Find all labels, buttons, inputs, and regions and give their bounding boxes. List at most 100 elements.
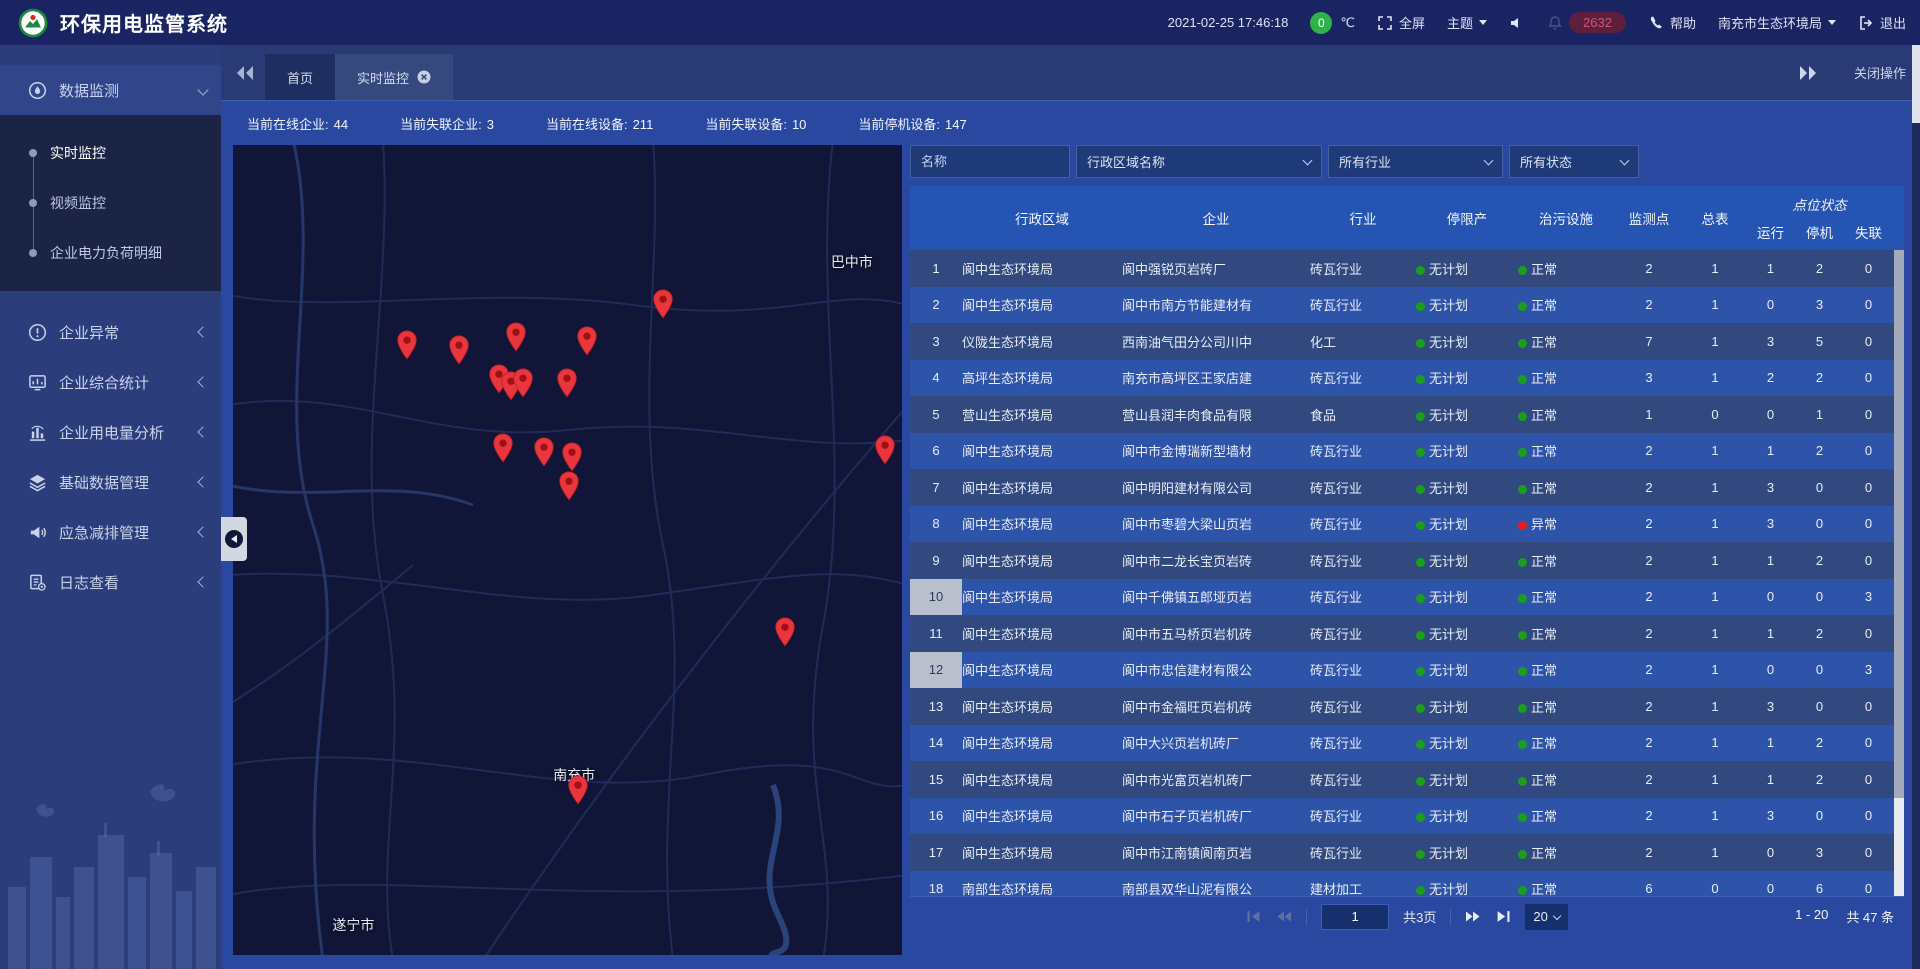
table-row[interactable]: 18南部生态环境局南部县双华山泥有限公建材加工无计划正常60060: [910, 871, 1904, 897]
tabs-scroll-left-icon[interactable]: [235, 65, 255, 81]
notifications[interactable]: 2632: [1547, 12, 1626, 33]
table-row[interactable]: 4高坪生态环境局南充市高坪区王家店建砖瓦行业无计划正常31220: [910, 360, 1904, 397]
sidebar-item[interactable]: 日志查看: [0, 557, 221, 607]
map-collapse-button[interactable]: [221, 517, 247, 561]
cell-monitor-points: 2: [1614, 662, 1684, 677]
column-company: 企业: [1122, 208, 1310, 228]
sidebar-item[interactable]: 数据监测: [0, 65, 221, 115]
pager-divider: [1450, 909, 1451, 925]
close-operations-button[interactable]: 关闭操作: [1854, 63, 1906, 82]
production-status-text: 无计划: [1429, 846, 1468, 861]
prev-page-button[interactable]: [1276, 910, 1292, 923]
cell-running: 3: [1746, 516, 1795, 531]
chevron-left-icon: [197, 376, 208, 387]
cell-stopped: 3: [1795, 845, 1844, 860]
table-row[interactable]: 3仪陇生态环境局西南油气田分公司川中化工无计划正常71350: [910, 323, 1904, 360]
fullscreen-button[interactable]: 全屏: [1377, 13, 1425, 32]
column-region: 行政区域: [962, 208, 1122, 228]
sidebar-subitem[interactable]: 实时监控: [0, 128, 221, 178]
production-status-text: 无计划: [1429, 700, 1468, 715]
page-scrollbar[interactable]: [1912, 45, 1920, 969]
status-dot-green: [1416, 704, 1425, 713]
cell-total-meters: 1: [1684, 553, 1746, 568]
table-row[interactable]: 6阆中生态环境局阆中市金博瑞新型墙材砖瓦行业无计划正常21120: [910, 433, 1904, 470]
page-scrollbar-thumb[interactable]: [1912, 45, 1920, 123]
page-size-select[interactable]: 20: [1525, 904, 1567, 930]
sidebar-item[interactable]: 企业综合统计: [0, 357, 221, 407]
page-number-input[interactable]: [1321, 904, 1389, 930]
last-page-button[interactable]: [1495, 910, 1511, 923]
map-pin-icon[interactable]: [652, 289, 674, 319]
cell-running: 1: [1746, 261, 1795, 276]
logout-button[interactable]: 退出: [1858, 13, 1906, 32]
sidebar-item[interactable]: 基础数据管理: [0, 457, 221, 507]
stat-value: 147: [945, 117, 967, 132]
facility-status-text: 正常: [1531, 627, 1557, 642]
sidebar-subitem[interactable]: 企业电力负荷明细: [0, 228, 221, 278]
table-row[interactable]: 13阆中生态环境局阆中市金福旺页岩机砖砖瓦行业无计划正常21300: [910, 688, 1904, 725]
facility-status-text: 正常: [1531, 298, 1557, 313]
tab-realtime[interactable]: 实时监控: [335, 54, 453, 100]
map-pin-icon[interactable]: [512, 368, 534, 398]
cell-running: 3: [1746, 699, 1795, 714]
org-dropdown[interactable]: 南充市生态环境局: [1718, 13, 1836, 32]
sidebar-item[interactable]: 企业用电量分析: [0, 407, 221, 457]
map-pin-icon[interactable]: [874, 435, 896, 465]
facility-status-text: 异常: [1531, 517, 1557, 532]
name-search-field[interactable]: [910, 145, 1070, 178]
tab-home[interactable]: 首页: [265, 54, 335, 100]
cell-production-status: 无计划: [1416, 405, 1518, 424]
table-row[interactable]: 10阆中生态环境局阆中千佛镇五郎垭页岩砖瓦行业无计划正常21003: [910, 579, 1904, 616]
map-pin-icon[interactable]: [774, 617, 796, 647]
table-row[interactable]: 11阆中生态环境局阆中市五马桥页岩机砖砖瓦行业无计划正常21120: [910, 615, 1904, 652]
sidebar-item[interactable]: 企业异常: [0, 307, 221, 357]
map-pin-icon[interactable]: [561, 442, 583, 472]
table-scrollbar-thumb[interactable]: [1894, 250, 1904, 798]
map-pin-icon[interactable]: [533, 437, 555, 467]
map-panel[interactable]: 巴中市南充市遂宁市: [233, 145, 902, 955]
temperature-indicator: 0 ℃: [1310, 12, 1355, 34]
table-row[interactable]: 1阆中生态环境局阆中强锐页岩砖厂砖瓦行业无计划正常21120: [910, 250, 1904, 287]
table-row[interactable]: 14阆中生态环境局阆中大兴页岩机砖厂砖瓦行业无计划正常21120: [910, 725, 1904, 762]
region-select[interactable]: 行政区域名称: [1076, 145, 1322, 178]
table-row[interactable]: 2阆中生态环境局阆中市南方节能建材有砖瓦行业无计划正常21030: [910, 287, 1904, 324]
cell-total-meters: 1: [1684, 480, 1746, 495]
status-dot-green: [1416, 667, 1425, 676]
table-row[interactable]: 5营山生态环境局营山县润丰肉食品有限食品无计划正常10010: [910, 396, 1904, 433]
map-pin-icon[interactable]: [492, 433, 514, 463]
cell-company: 阆中强锐页岩砖厂: [1122, 259, 1310, 278]
logout-icon: [1858, 15, 1874, 31]
row-number: 6: [910, 433, 962, 470]
mute-button[interactable]: [1509, 15, 1525, 31]
name-search-input[interactable]: [921, 154, 1059, 169]
status-dot-green: [1416, 302, 1425, 311]
map-pin-icon[interactable]: [448, 335, 470, 365]
next-page-button[interactable]: [1465, 910, 1481, 923]
table-row[interactable]: 9阆中生态环境局阆中市二龙长宝页岩砖砖瓦行业无计划正常21120: [910, 542, 1904, 579]
status-select[interactable]: 所有状态: [1509, 145, 1639, 178]
help-button[interactable]: 帮助: [1648, 13, 1696, 32]
table-row[interactable]: 12阆中生态环境局阆中市忠信建材有限公砖瓦行业无计划正常21003: [910, 652, 1904, 689]
map-pin-icon[interactable]: [576, 326, 598, 356]
table-row[interactable]: 15阆中生态环境局阆中市光富页岩机砖厂砖瓦行业无计划正常21120: [910, 761, 1904, 798]
map-pin-icon[interactable]: [505, 322, 527, 352]
map-pin-icon[interactable]: [556, 368, 578, 398]
table-row[interactable]: 17阆中生态环境局阆中市江南镇阆南页岩砖瓦行业无计划正常21030: [910, 834, 1904, 871]
theme-dropdown[interactable]: 主题: [1447, 13, 1487, 32]
tab-close-icon[interactable]: [417, 70, 431, 84]
cell-production-status: 无计划: [1416, 478, 1518, 497]
table-row[interactable]: 7阆中生态环境局阆中明阳建材有限公司砖瓦行业无计划正常21300: [910, 469, 1904, 506]
map-pin-icon[interactable]: [396, 330, 418, 360]
cell-running: 1: [1746, 626, 1795, 641]
cell-company: 阆中明阳建材有限公司: [1122, 478, 1310, 497]
map-pin-icon[interactable]: [567, 775, 589, 805]
sidebar-item[interactable]: 应急减排管理: [0, 507, 221, 557]
first-page-button[interactable]: [1246, 910, 1262, 923]
table-row[interactable]: 8阆中生态环境局阆中市枣碧大梁山页岩砖瓦行业无计划异常21300: [910, 506, 1904, 543]
industry-select[interactable]: 所有行业: [1328, 145, 1503, 178]
table-row[interactable]: 16阆中生态环境局阆中市石子页岩机砖厂砖瓦行业无计划正常21300: [910, 798, 1904, 835]
map-pin-icon[interactable]: [558, 471, 580, 501]
table-scrollbar[interactable]: [1894, 250, 1904, 896]
sidebar-subitem[interactable]: 视频监控: [0, 178, 221, 228]
tabs-scroll-right-icon[interactable]: [1798, 65, 1818, 81]
